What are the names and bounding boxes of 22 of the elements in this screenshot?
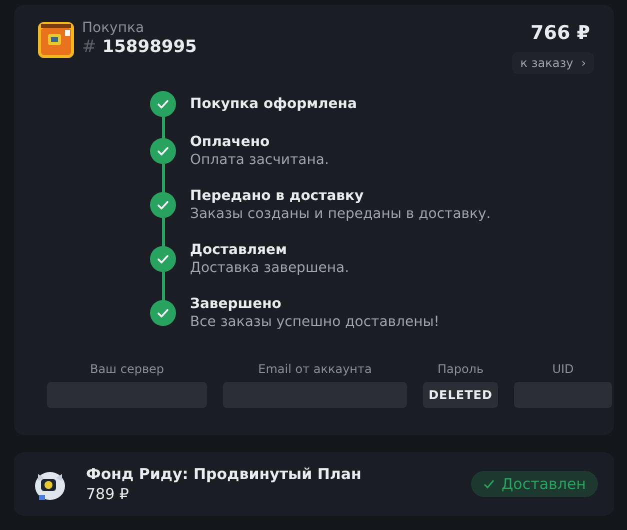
step-title: Передано в доставку bbox=[190, 186, 365, 205]
to-order-button[interactable]: к заказу › bbox=[512, 52, 594, 74]
purchase-label: Покупка bbox=[82, 20, 146, 37]
order-number: 15898995 bbox=[102, 36, 197, 58]
product-price: 789 ₽ bbox=[86, 484, 130, 504]
step-title: Завершено bbox=[190, 294, 282, 313]
step-description: Заказы созданы и переданы в доставку. bbox=[190, 205, 491, 224]
field-label: Пароль bbox=[437, 362, 484, 376]
step-description: Доставка завершена. bbox=[190, 259, 350, 278]
field-label: Ваш сервер bbox=[90, 362, 164, 376]
field-label: UID bbox=[552, 362, 574, 376]
step-title: Доставляем bbox=[190, 240, 288, 259]
input-field[interactable]: DELETED bbox=[423, 382, 498, 408]
status-badge: Доставлен bbox=[471, 471, 598, 497]
step-description: Оплата засчитана. bbox=[190, 151, 329, 170]
field-label: Email от аккаунта bbox=[258, 362, 372, 376]
order-price: 766 ₽ bbox=[530, 22, 590, 44]
hash-sign: # bbox=[82, 36, 96, 58]
step-title: Покупка оформлена bbox=[190, 94, 357, 114]
step-title: Оплачено bbox=[190, 132, 271, 151]
step-description: Все заказы успешно доставлены! bbox=[190, 313, 440, 332]
product-name: Фонд Риду: Продвинутый План bbox=[86, 464, 362, 484]
